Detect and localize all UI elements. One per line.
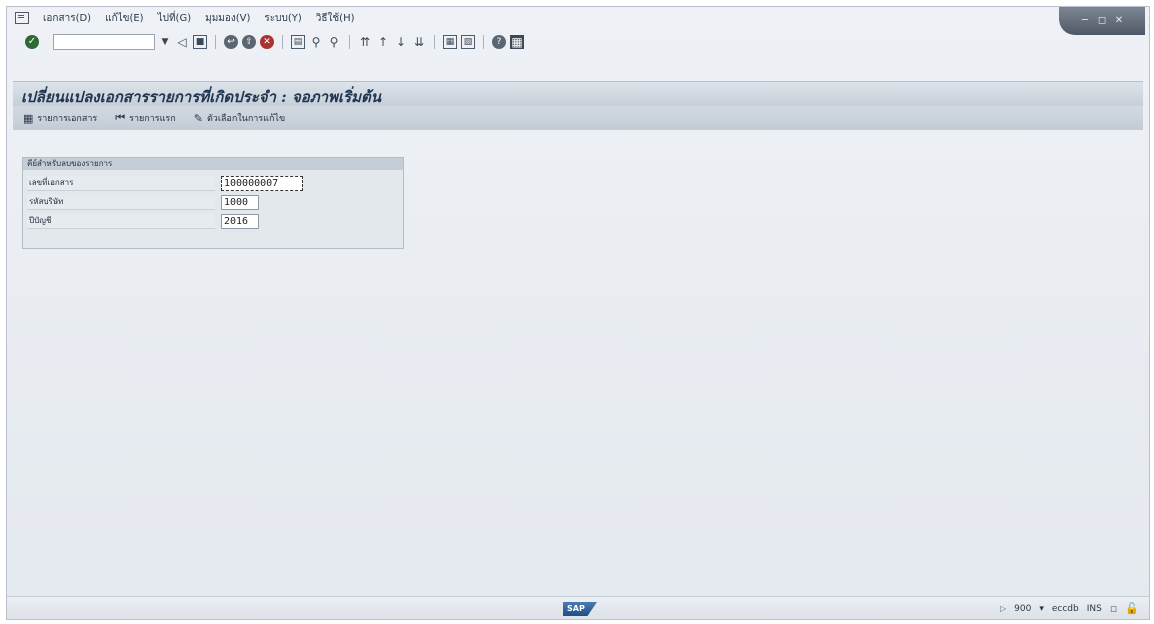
menu-view[interactable]: มุมมอง(V) <box>205 11 250 26</box>
shortcut-icon[interactable]: ▧ <box>461 35 475 49</box>
document-number-label: เลขที่เอกสาร <box>27 175 215 191</box>
fiscal-year-label: ปีบัญชี <box>27 213 215 229</box>
client-number[interactable]: 900 <box>1014 604 1031 614</box>
enter-check-icon[interactable]: ✓ <box>25 35 39 49</box>
minimize-icon[interactable]: ─ <box>1079 16 1091 26</box>
client-dropdown-icon[interactable]: ▾ <box>1039 604 1044 614</box>
previous-page-icon[interactable]: ↑ <box>376 35 390 49</box>
save-icon[interactable]: ■ <box>193 35 207 49</box>
menu-edit[interactable]: แก้ไข(E) <box>105 11 144 26</box>
toolbar-separator <box>282 35 283 49</box>
command-dropdown-icon[interactable]: ▼ <box>159 35 171 49</box>
toolbar-separator <box>434 35 435 49</box>
edit-options-icon: ✎ <box>193 111 203 125</box>
document-number-input[interactable]: 100000007 <box>221 175 303 191</box>
connection-icon: ▫ <box>1109 602 1118 615</box>
back-green-icon[interactable]: ↩ <box>224 35 238 49</box>
system-menu-icon[interactable] <box>15 12 29 24</box>
toolbar-separator <box>215 35 216 49</box>
command-field[interactable] <box>53 34 155 50</box>
document-list-label: รายการเอกสาร <box>37 114 98 124</box>
find-icon[interactable]: ⚲ <box>309 35 323 49</box>
next-page-icon[interactable]: ↓ <box>394 35 408 49</box>
menu-bar: เอกสาร(D) แก้ไข(E) ไปที่(G) มุมมอง(V) ระ… <box>7 7 1149 29</box>
print-icon[interactable]: ▤ <box>291 35 305 49</box>
close-icon[interactable]: ✕ <box>1113 16 1125 26</box>
find-next-icon[interactable]: ⚲ <box>327 35 341 49</box>
status-expand-icon[interactable]: ▷ <box>1000 604 1006 613</box>
application-toolbar: ▦ รายการเอกสาร ⏮ รายการแรก ✎ ตัวเลือกในก… <box>13 106 1143 130</box>
customize-layout-icon[interactable]: ▦ <box>510 35 524 49</box>
maximize-icon[interactable]: ◻ <box>1096 16 1108 26</box>
first-page-icon[interactable]: ⇈ <box>358 35 372 49</box>
fiscal-year-input[interactable]: 2016 <box>221 213 259 229</box>
document-list-icon: ▦ <box>23 111 34 125</box>
insert-mode[interactable]: INS <box>1087 604 1102 614</box>
field-row-document-number: เลขที่เอกสาร 100000007 <box>27 175 303 191</box>
title-bar: เปลี่ยนแปลงเอกสารรายการที่เกิดประจำ : จอ… <box>13 81 1143 106</box>
company-code-input[interactable]: 1000 <box>221 194 259 210</box>
toolbar-separator <box>349 35 350 49</box>
sap-logo: SAP <box>563 602 597 616</box>
menu-document[interactable]: เอกสาร(D) <box>43 11 91 26</box>
system-name: eccdb <box>1051 603 1079 614</box>
first-item-button[interactable]: ⏮ รายการแรก <box>115 111 176 125</box>
status-info: ▷ 900 ▾ eccdb INS ▫ 🔓 <box>1000 602 1139 615</box>
exit-icon[interactable]: ⇧ <box>242 35 256 49</box>
last-page-icon[interactable]: ⇊ <box>412 35 426 49</box>
group-title: คีย์สำหรับลบของรายการ <box>23 158 403 170</box>
first-item-icon: ⏮ <box>115 111 126 124</box>
create-session-icon[interactable]: ▦ <box>443 35 457 49</box>
field-row-fiscal-year: ปีบัญชี 2016 <box>27 213 259 229</box>
back-icon[interactable]: ◁ <box>175 35 189 49</box>
edit-options-label: ตัวเลือกในการแก้ไข <box>206 114 286 124</box>
menu-system[interactable]: ระบบ(Y) <box>264 11 301 26</box>
status-bar: SAP ▷ 900 ▾ eccdb INS ▫ 🔓 <box>7 596 1149 619</box>
field-row-company-code: รหัสบริษัท 1000 <box>27 194 259 210</box>
first-item-label: รายการแรก <box>129 114 176 124</box>
document-list-button[interactable]: ▦ รายการเอกสาร <box>23 111 97 125</box>
company-code-label: รหัสบริษัท <box>27 194 215 210</box>
edit-options-button[interactable]: ✎ ตัวเลือกในการแก้ไข <box>194 111 285 125</box>
standard-toolbar: ✓ ▼ ◁ ■ ↩ ⇧ ✕ ▤ ⚲ ⚲ ⇈ ↑ ↓ ⇊ ▦ ▧ ? ▦ <box>7 29 1149 55</box>
sap-window: เอกสาร(D) แก้ไข(E) ไปที่(G) มุมมอง(V) ระ… <box>6 6 1150 620</box>
help-icon[interactable]: ? <box>492 35 506 49</box>
menu-goto[interactable]: ไปที่(G) <box>158 11 192 26</box>
key-group-box: คีย์สำหรับลบของรายการ เลขที่เอกสาร 10000… <box>22 157 404 249</box>
toolbar-separator <box>483 35 484 49</box>
lock-icon[interactable]: 🔓 <box>1125 602 1139 615</box>
menu-help[interactable]: วิธีใช้(H) <box>316 11 355 26</box>
cancel-icon[interactable]: ✕ <box>260 35 274 49</box>
